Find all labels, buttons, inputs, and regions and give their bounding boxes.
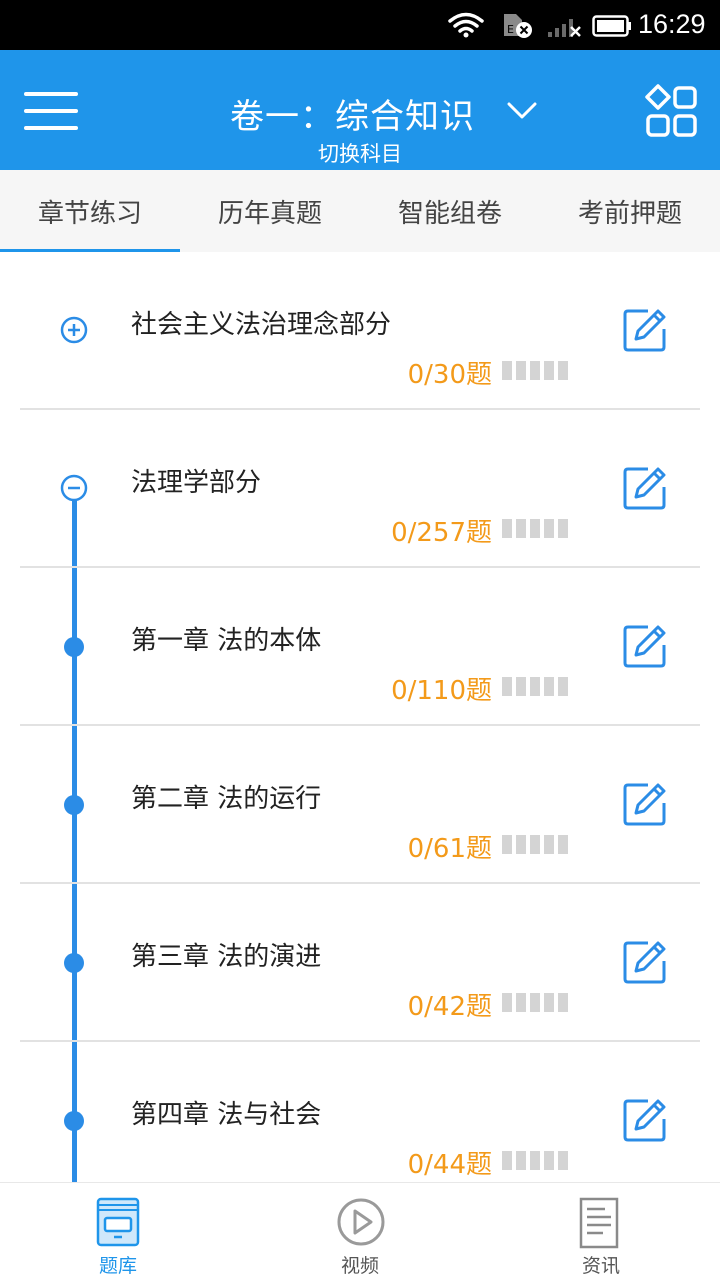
question-count: 0/30题 [407, 360, 492, 390]
progress-bar [502, 519, 572, 538]
expand-icon[interactable] [58, 314, 90, 346]
question-bank-icon [96, 1197, 140, 1247]
timeline-dot [64, 953, 84, 973]
list-item[interactable]: 第一章 法的本体 0/110题 [0, 568, 720, 726]
page-title: 卷一：综合知识 [230, 96, 475, 137]
question-count: 0/44题 [407, 1150, 492, 1180]
sim-error-icon: E [504, 14, 532, 38]
chapter-title: 社会主义法治理念部分 [131, 310, 392, 340]
edit-icon[interactable] [622, 623, 668, 669]
nav-question-bank[interactable]: 题库 [58, 1183, 178, 1281]
play-icon [337, 1198, 385, 1246]
news-icon [579, 1197, 619, 1249]
nav-video[interactable]: 视频 [300, 1183, 420, 1281]
menu-icon [24, 92, 78, 96]
list-item[interactable]: 第四章 法与社会 0/44题 [0, 1042, 720, 1182]
category-grid-icon[interactable] [644, 84, 700, 140]
edit-icon[interactable] [622, 307, 668, 353]
list-item[interactable]: 第三章 法的演进 0/42题 [0, 884, 720, 1042]
chapter-title: 第一章 法的本体 [131, 626, 322, 656]
nav-label: 视频 [340, 1255, 379, 1277]
tab-past-exams[interactable]: 历年真题 [180, 170, 360, 252]
edit-icon[interactable] [622, 939, 668, 985]
list-item[interactable]: 社会主义法治理念部分 0/30题 [0, 252, 720, 410]
list-item[interactable]: 法理学部分 0/257题 [0, 410, 720, 568]
question-count: 0/257题 [391, 518, 492, 548]
chapter-title: 第二章 法的运行 [131, 784, 322, 814]
timeline-dot [64, 795, 84, 815]
chevron-down-icon [507, 102, 537, 119]
bottom-navigation: 题库 视频 资讯 [0, 1182, 720, 1280]
question-count: 0/61题 [407, 834, 492, 864]
progress-bar [502, 1151, 572, 1170]
chapter-title: 第四章 法与社会 [131, 1100, 322, 1130]
question-count: 0/110题 [391, 676, 492, 706]
tab-chapter-practice[interactable]: 章节练习 [0, 170, 180, 252]
chapter-title: 第三章 法的演进 [131, 942, 322, 972]
progress-bar [502, 835, 572, 854]
menu-button[interactable] [24, 92, 78, 130]
question-count: 0/42题 [407, 992, 492, 1022]
clock: 16:29 [638, 9, 706, 39]
switch-subject-label[interactable]: 切换科目 [0, 138, 720, 168]
edit-icon[interactable] [622, 465, 668, 511]
nav-news[interactable]: 资讯 [541, 1183, 661, 1281]
chapter-list: 社会主义法治理念部分 0/30题 法理学部分 0/257题 第一章 法的本体 0… [0, 252, 720, 1182]
chapter-title: 法理学部分 [131, 468, 262, 498]
edit-icon[interactable] [622, 781, 668, 827]
svg-text:E: E [507, 23, 514, 36]
nav-label: 资讯 [581, 1255, 620, 1277]
tab-bar: 章节练习 历年真题 智能组卷 考前押题 [0, 170, 720, 252]
edit-icon[interactable] [622, 1097, 668, 1143]
subject-switcher[interactable]: 卷一：综合知识 [230, 88, 537, 138]
progress-bar [502, 993, 572, 1012]
nav-label: 题库 [98, 1255, 137, 1277]
signal-icon [548, 19, 581, 37]
app-header: 卷一：综合知识 切换科目 [0, 50, 720, 170]
tab-final-predictions[interactable]: 考前押题 [540, 170, 720, 252]
progress-bar [502, 361, 572, 380]
progress-bar [502, 677, 572, 696]
list-item[interactable]: 第二章 法的运行 0/61题 [0, 726, 720, 884]
timeline-dot [64, 637, 84, 657]
status-bar: E 16:29 [0, 0, 720, 50]
collapse-icon[interactable] [58, 472, 90, 504]
wifi-icon [448, 12, 484, 38]
battery-icon [592, 15, 631, 37]
timeline-dot [64, 1111, 84, 1131]
tab-smart-paper[interactable]: 智能组卷 [360, 170, 540, 252]
